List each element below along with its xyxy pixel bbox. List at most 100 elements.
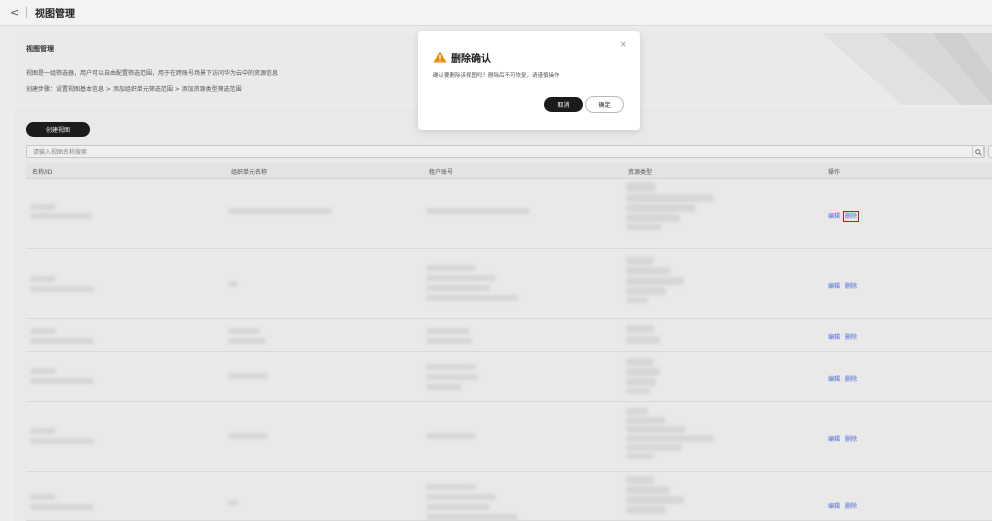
blurred-text	[30, 504, 94, 510]
blurred-text	[626, 378, 656, 386]
blurred-text	[228, 281, 238, 287]
blurred-text	[426, 265, 476, 271]
dialog-title: 删除确认	[451, 54, 491, 65]
dialog-message: 确认要删除该视图吗？删除后不可恢复，请谨慎操作	[433, 73, 560, 79]
delete-confirm-dialog: × 删除确认 确认要删除该视图吗？删除后不可恢复，请谨慎操作 取消 确定	[418, 31, 640, 130]
blurred-text	[626, 267, 670, 275]
blurred-text	[626, 417, 666, 424]
page-title: 视图管理	[35, 9, 75, 20]
blurred-text	[626, 325, 654, 333]
banner-decoration	[822, 33, 992, 105]
blurred-text	[30, 494, 56, 500]
blurred-text	[426, 364, 476, 370]
blurred-text	[426, 433, 476, 439]
blurred-text	[626, 435, 714, 442]
table-row: 编辑 删除	[26, 402, 992, 472]
delete-link[interactable]: 删除	[845, 334, 857, 341]
blurred-text	[626, 182, 656, 192]
blurred-text	[30, 438, 94, 444]
table-row: 编辑 删除	[26, 180, 992, 249]
edit-link[interactable]: 编辑	[828, 334, 840, 341]
delete-link[interactable]: 删除	[843, 211, 860, 222]
search-input[interactable]: 请输入视图名称搜索	[33, 147, 87, 156]
blurred-text	[228, 208, 332, 214]
blurred-text	[626, 368, 660, 376]
blurred-text	[626, 194, 714, 202]
search-button[interactable]	[972, 145, 984, 158]
table-row: 编辑 删除	[26, 352, 992, 402]
confirm-button[interactable]: 确定	[585, 96, 624, 113]
close-icon[interactable]: ×	[619, 40, 627, 50]
row-actions: 编辑 删除	[828, 211, 860, 222]
edit-link[interactable]: 编辑	[828, 376, 840, 383]
top-bar: < 视图管理	[0, 0, 992, 26]
column-header-name: 名称/ID	[32, 169, 53, 176]
blurred-text	[626, 426, 686, 433]
blurred-text	[30, 428, 56, 434]
row-actions: 编辑 删除	[828, 501, 857, 510]
banner-steps: 创建步骤：设置视图基本信息 > 添加组织单元筛选范围 > 添加资源类型筛选范围	[26, 86, 242, 93]
table-row: 编辑 删除	[26, 472, 992, 521]
blurred-text	[228, 500, 238, 506]
column-header-org-unit: 组织单元名称	[231, 169, 268, 176]
table-header: 名称/ID 组织单元名称 租户账号 资源类型 操作	[26, 163, 992, 179]
blurred-text	[626, 388, 650, 394]
blurred-text	[626, 224, 662, 230]
blurred-text	[426, 504, 490, 510]
blurred-text	[30, 368, 56, 374]
blurred-text	[30, 204, 56, 210]
blurred-text	[426, 275, 496, 281]
delete-link[interactable]: 删除	[845, 283, 857, 290]
blurred-text	[30, 338, 94, 344]
blurred-text	[626, 444, 682, 451]
blurred-text	[228, 373, 268, 379]
edit-link[interactable]: 编辑	[828, 503, 840, 510]
settings-button[interactable]	[988, 145, 992, 158]
blurred-text	[426, 208, 530, 214]
blurred-text	[30, 286, 94, 292]
content-panel: 创建视图 请输入视图名称搜索 名称/ID 组织单元名称 租户账号 资源类型 操作…	[14, 108, 992, 521]
blurred-text	[626, 257, 654, 265]
edit-link[interactable]: 编辑	[828, 213, 840, 220]
blurred-text	[626, 297, 648, 303]
delete-link[interactable]: 删除	[845, 436, 857, 443]
blurred-text	[626, 277, 684, 285]
delete-link[interactable]: 删除	[845, 376, 857, 383]
blurred-text	[426, 494, 496, 500]
blurred-text	[30, 328, 56, 334]
blurred-text	[626, 204, 696, 212]
blurred-text	[426, 285, 490, 291]
divider	[26, 7, 27, 18]
blurred-text	[626, 336, 660, 344]
blurred-text	[426, 514, 518, 520]
blurred-text	[626, 496, 684, 504]
column-header-resource-type: 资源类型	[628, 169, 653, 176]
blurred-text	[626, 506, 666, 514]
banner-description: 视图是一组筛选器，用户可以自由配置筛选范围，用于在跨账号场景下访问华为云中的资源…	[26, 70, 279, 77]
delete-link[interactable]: 删除	[845, 503, 857, 510]
column-header-tenant-account: 租户账号	[429, 169, 454, 176]
search-field[interactable]: 请输入视图名称搜索	[26, 145, 985, 158]
blurred-text	[30, 378, 94, 384]
row-actions: 编辑 删除	[828, 434, 857, 443]
warning-icon	[433, 51, 447, 63]
row-actions: 编辑 删除	[828, 281, 857, 290]
blurred-text	[228, 328, 260, 334]
blurred-text	[426, 338, 472, 344]
row-actions: 编辑 删除	[828, 374, 857, 383]
blurred-text	[626, 486, 670, 494]
blurred-text	[228, 433, 268, 439]
back-icon[interactable]: <	[10, 6, 22, 19]
blurred-text	[30, 276, 56, 282]
blurred-text	[426, 328, 470, 334]
create-view-button[interactable]: 创建视图	[26, 122, 90, 137]
blurred-text	[30, 213, 92, 219]
blurred-text	[626, 287, 666, 295]
blurred-text	[228, 338, 266, 344]
row-actions: 编辑 删除	[828, 332, 857, 341]
edit-link[interactable]: 编辑	[828, 436, 840, 443]
cancel-button[interactable]: 取消	[544, 97, 583, 112]
blurred-text	[626, 214, 680, 222]
blurred-text	[426, 374, 478, 380]
edit-link[interactable]: 编辑	[828, 283, 840, 290]
